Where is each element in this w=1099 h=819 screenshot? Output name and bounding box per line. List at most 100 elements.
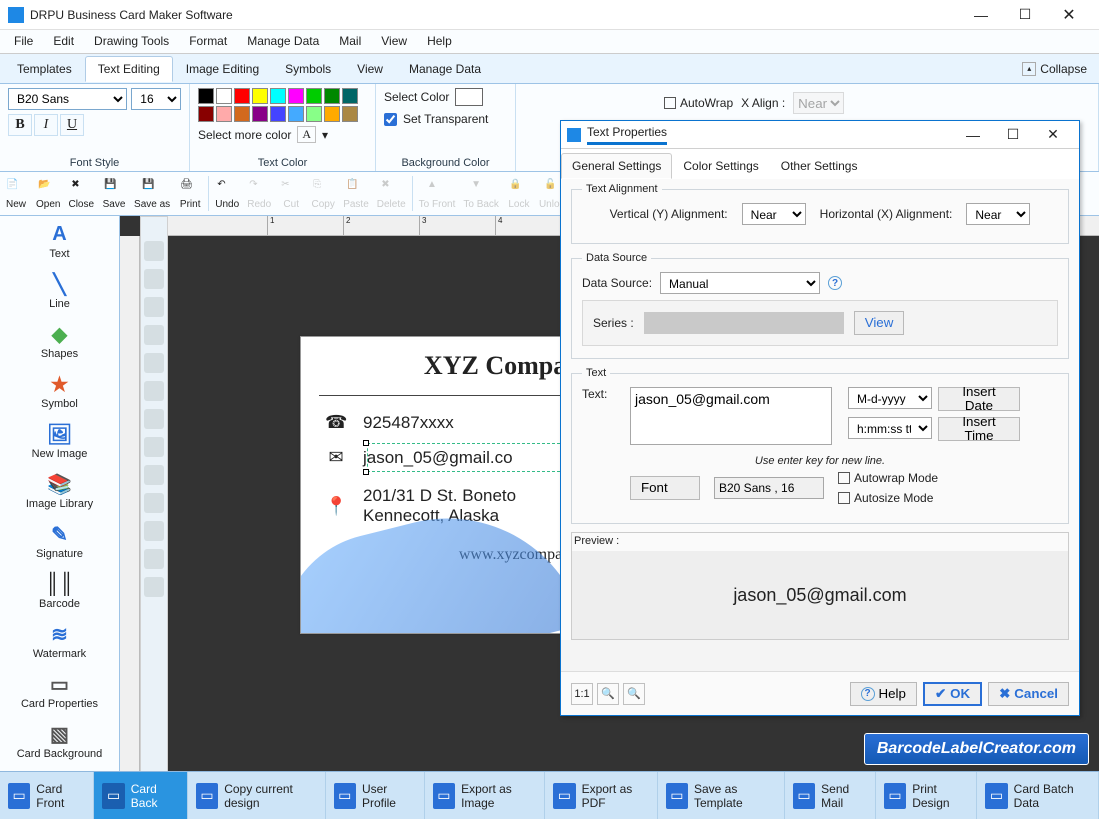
bottom-bar-export-as-image[interactable]: ▭Export as Image (425, 772, 546, 819)
layer-icon[interactable] (144, 521, 164, 541)
color-swatch[interactable] (342, 88, 358, 104)
save-button[interactable]: 💾Save (98, 172, 130, 215)
layer-icon[interactable] (144, 549, 164, 569)
menu-item-mail[interactable]: Mail (329, 30, 371, 53)
color-swatch[interactable] (288, 88, 304, 104)
text-input[interactable]: jason_05@gmail.com (630, 387, 832, 445)
side-tool-watermark[interactable]: ≋Watermark (0, 618, 119, 668)
insert-time-button[interactable]: Insert Time (938, 417, 1020, 441)
bottom-bar-copy-current-design[interactable]: ▭Copy current design (188, 772, 326, 819)
window-minimize-button[interactable]: — (959, 1, 1003, 29)
dialog-maximize-button[interactable]: ☐ (993, 126, 1033, 143)
side-tool-symbol[interactable]: ★Symbol (0, 368, 119, 418)
copy-button[interactable]: ⎘Copy (307, 172, 339, 215)
color-swatch[interactable] (288, 106, 304, 122)
dropdown-icon[interactable]: ▾ (322, 128, 328, 142)
save-as-button[interactable]: 💾Save as (130, 172, 174, 215)
bottom-bar-save-as-template[interactable]: ▭Save as Template (658, 772, 785, 819)
window-maximize-button[interactable]: ☐ (1003, 1, 1047, 29)
close-button[interactable]: ✖Close (64, 172, 98, 215)
to-front-button[interactable]: ▲To Front (415, 172, 460, 215)
view-button[interactable]: View (854, 311, 905, 335)
layer-icon[interactable] (144, 297, 164, 317)
lock-button[interactable]: 🔒Lock (503, 172, 535, 215)
side-tool-new-image[interactable]: 🖼New Image (0, 418, 119, 468)
bottom-bar-card-back[interactable]: ▭Card Back (94, 772, 187, 819)
x-align-select[interactable]: Near (793, 92, 844, 114)
dialog-tab-other-settings[interactable]: Other Settings (770, 153, 869, 179)
bold-button[interactable]: B (8, 114, 32, 136)
color-swatch[interactable] (324, 106, 340, 122)
color-swatch[interactable] (198, 106, 214, 122)
color-swatch[interactable] (324, 88, 340, 104)
italic-button[interactable]: I (34, 114, 58, 136)
bottom-bar-send-mail[interactable]: ▭Send Mail (785, 772, 876, 819)
layer-icon[interactable] (144, 381, 164, 401)
layer-icon[interactable] (144, 465, 164, 485)
side-tool-card-background[interactable]: ▧Card Background (0, 718, 119, 768)
open-button[interactable]: 📂Open (32, 172, 64, 215)
color-swatch[interactable] (198, 88, 214, 104)
color-swatches[interactable] (198, 88, 367, 122)
layer-icon[interactable] (144, 493, 164, 513)
layer-icon[interactable] (144, 325, 164, 345)
cancel-button[interactable]: ✖Cancel (988, 682, 1069, 706)
dialog-titlebar[interactable]: Text Properties — ☐ ✕ (561, 121, 1079, 149)
dialog-minimize-button[interactable]: — (953, 127, 993, 143)
set-transparent-checkbox[interactable] (384, 113, 397, 126)
bg-color-swatch[interactable] (455, 88, 483, 106)
zoom-out-button[interactable]: 🔍 (597, 683, 619, 705)
color-swatch[interactable] (306, 106, 322, 122)
side-tool-text[interactable]: AText (0, 218, 119, 268)
ribbon-tab-text-editing[interactable]: Text Editing (85, 56, 173, 82)
ribbon-tab-image-editing[interactable]: Image Editing (173, 56, 272, 82)
autowrap-checkbox[interactable]: AutoWrap (664, 96, 733, 110)
info-icon[interactable]: ? (828, 276, 842, 290)
print-button[interactable]: 🖨Print (174, 172, 206, 215)
color-swatch[interactable] (234, 88, 250, 104)
data-source-select[interactable]: Manual (660, 272, 820, 294)
color-swatch[interactable] (252, 88, 268, 104)
font-button[interactable]: Font (630, 476, 700, 500)
side-tool-card-properties[interactable]: ▭Card Properties (0, 668, 119, 718)
dialog-close-button[interactable]: ✕ (1033, 126, 1073, 143)
font-family-select[interactable]: B20 Sans (8, 88, 127, 110)
side-tool-line[interactable]: ╲Line (0, 268, 119, 318)
bottom-bar-card-batch-data[interactable]: ▭Card Batch Data (977, 772, 1099, 819)
h-align-select[interactable]: Near (966, 203, 1030, 225)
date-format-select[interactable]: M-d-yyyy (848, 387, 932, 409)
collapse-button[interactable]: ▴ Collapse (1022, 62, 1095, 76)
dialog-tab-color-settings[interactable]: Color Settings (672, 153, 769, 179)
color-swatch[interactable] (342, 106, 358, 122)
layer-icon[interactable] (144, 409, 164, 429)
ribbon-tab-templates[interactable]: Templates (4, 56, 85, 82)
color-swatch[interactable] (270, 106, 286, 122)
insert-date-button[interactable]: Insert Date (938, 387, 1020, 411)
menu-item-help[interactable]: Help (417, 30, 462, 53)
menu-item-format[interactable]: Format (179, 30, 237, 53)
ok-button[interactable]: ✔OK (923, 682, 982, 706)
side-tool-image-library[interactable]: 📚Image Library (0, 468, 119, 518)
layer-icon[interactable] (144, 269, 164, 289)
ribbon-tab-symbols[interactable]: Symbols (272, 56, 344, 82)
ribbon-tab-view[interactable]: View (344, 56, 396, 82)
bottom-bar-print-design[interactable]: ▭Print Design (876, 772, 977, 819)
menu-item-manage-data[interactable]: Manage Data (237, 30, 329, 53)
bottom-bar-card-front[interactable]: ▭Card Front (0, 772, 94, 819)
menu-item-view[interactable]: View (371, 30, 417, 53)
side-tool-shapes[interactable]: ◆Shapes (0, 318, 119, 368)
side-tool-barcode[interactable]: ║║Barcode (0, 568, 119, 618)
window-close-button[interactable]: ✕ (1047, 1, 1091, 29)
zoom-in-button[interactable]: 🔍 (623, 683, 645, 705)
zoom-actual-button[interactable]: 1:1 (571, 683, 593, 705)
layer-icon[interactable] (144, 437, 164, 457)
to-back-button[interactable]: ▼To Back (459, 172, 503, 215)
autosize-mode-checkbox[interactable]: Autosize Mode (838, 491, 938, 505)
cut-button[interactable]: ✂Cut (275, 172, 307, 215)
font-color-button[interactable]: A (297, 126, 316, 143)
layer-icon[interactable] (144, 353, 164, 373)
delete-button[interactable]: ✖Delete (373, 172, 410, 215)
help-button[interactable]: ?Help (850, 682, 917, 706)
color-swatch[interactable] (234, 106, 250, 122)
v-align-select[interactable]: Near (742, 203, 806, 225)
